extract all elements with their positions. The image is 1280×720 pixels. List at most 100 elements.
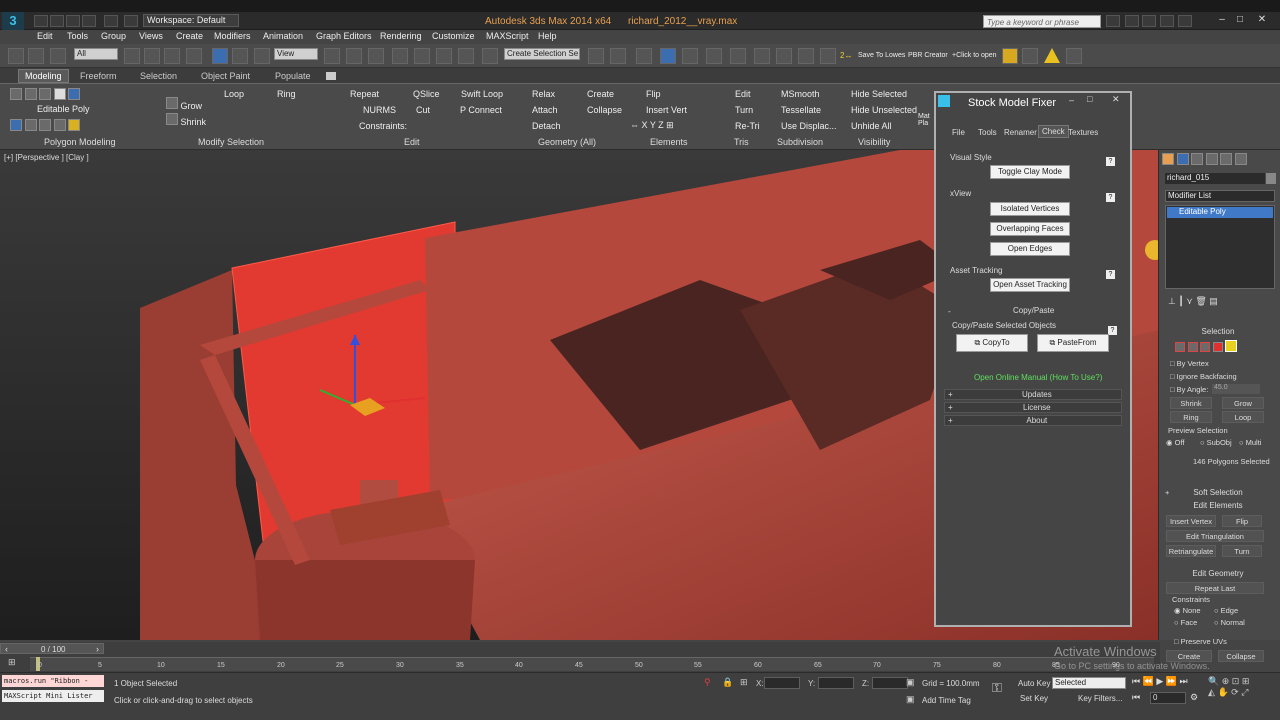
unhide-all-button[interactable]: Unhide All: [851, 121, 892, 131]
ignore-backfacing-checkbox[interactable]: □ Ignore Backfacing: [1170, 372, 1237, 381]
open-edges-button[interactable]: Open Edges: [990, 242, 1070, 256]
modify-panel-icon[interactable]: [1176, 153, 1189, 165]
constraint-face-radio[interactable]: ○ Face: [1174, 618, 1197, 627]
grow-button[interactable]: Grow: [166, 97, 202, 111]
preview-multi-radio[interactable]: ○ Multi: [1239, 438, 1261, 447]
hide-selected-button[interactable]: Hide Selected: [851, 89, 907, 99]
polygon-mode-icon[interactable]: [53, 88, 66, 100]
add-time-tag-button[interactable]: Add Time Tag: [922, 696, 971, 705]
save-to-lowes-button[interactable]: Save To Lowes: [858, 52, 905, 59]
edit-triangulation-button[interactable]: Edit Triangulation: [1166, 530, 1264, 542]
named-selection-dropdown[interactable]: Create Selection Se: [504, 48, 580, 60]
geometry-all-dropdown[interactable]: Geometry (All): [538, 137, 596, 147]
menu-modifiers[interactable]: Modifiers: [214, 31, 251, 41]
align-icon[interactable]: [610, 48, 626, 64]
edit-named-selection-icon[interactable]: [482, 48, 498, 64]
y-coordinate-field[interactable]: [818, 677, 854, 689]
tab-modeling[interactable]: Modeling: [18, 69, 69, 83]
select-manipulate-icon[interactable]: [346, 48, 362, 64]
undo-icon[interactable]: [82, 15, 96, 27]
hide-unselected-button[interactable]: Hide Unselected: [851, 105, 917, 115]
unlink-icon[interactable]: [28, 48, 44, 64]
isolate-selection-icon[interactable]: ⚲: [704, 677, 711, 688]
material-editor-icon[interactable]: [754, 48, 770, 64]
repeat-last-button[interactable]: Repeat Last: [1166, 582, 1264, 594]
key-icon[interactable]: ⚿: [992, 680, 1002, 696]
by-vertex-checkbox[interactable]: □ By Vertex: [1170, 359, 1209, 368]
mini-curve-editor-icon[interactable]: ⊞: [8, 657, 16, 668]
insert-vertex-button[interactable]: Insert Vertex: [1166, 515, 1216, 527]
menu-create[interactable]: Create: [176, 31, 203, 41]
insert-vert-button[interactable]: Insert Vert: [646, 105, 687, 115]
redo-icon[interactable]: [104, 15, 118, 27]
absolute-mode-icon[interactable]: ⊞: [740, 677, 748, 688]
maximize-viewport-icon[interactable]: ⤢: [1241, 687, 1248, 697]
time-slider-next-icon[interactable]: ›: [96, 644, 99, 654]
isolated-vertices-button[interactable]: Isolated Vertices: [990, 202, 1070, 216]
subscription-icon[interactable]: [1125, 15, 1139, 27]
tab-freeform[interactable]: Freeform: [80, 71, 117, 81]
curve-editor-icon[interactable]: [706, 48, 722, 64]
paste-from-button[interactable]: ⧉ PasteFrom: [1037, 334, 1109, 352]
modifier-stack-item[interactable]: Editable Poly: [1167, 207, 1273, 218]
polygon-subobject-icon[interactable]: [1212, 342, 1223, 352]
asset-tracking-help-button[interactable]: ?: [1106, 270, 1115, 279]
collapse-stack-icon[interactable]: [10, 119, 22, 131]
updates-rollout[interactable]: + Updates: [944, 389, 1122, 400]
re-tri-button[interactable]: Re-Tri: [735, 121, 760, 131]
tab-object-paint[interactable]: Object Paint: [201, 71, 250, 81]
warning-icon[interactable]: [1044, 48, 1060, 63]
favorites-icon[interactable]: [1160, 15, 1174, 27]
use-soft-selection-icon[interactable]: [68, 119, 81, 131]
time-configuration-icon[interactable]: ⚙: [1190, 692, 1198, 703]
schematic-view-icon[interactable]: [730, 48, 746, 64]
flip-button[interactable]: Flip: [646, 89, 661, 99]
vertex-subobject-icon[interactable]: [1175, 342, 1185, 352]
qslice-button[interactable]: QSlice: [413, 89, 440, 99]
search-input[interactable]: Type a keyword or phrase: [983, 15, 1101, 28]
help-icon[interactable]: [1178, 15, 1192, 27]
layer-explorer-icon[interactable]: [660, 48, 676, 64]
toggle-clay-mode-button[interactable]: Toggle Clay Mode: [990, 165, 1070, 179]
shrink-selection-button[interactable]: Shrink: [1170, 397, 1212, 409]
tab-populate[interactable]: Populate: [275, 71, 311, 81]
online-manual-link[interactable]: Open Online Manual (How To Use?): [974, 373, 1102, 382]
lowes-icon[interactable]: 2↔: [840, 51, 852, 60]
collapse-button[interactable]: Collapse: [587, 105, 622, 115]
minimize-button[interactable]: –: [1214, 13, 1230, 27]
zoom-all-icon[interactable]: ⊕: [1222, 676, 1230, 686]
next-frame-icon[interactable]: ⏩: [1166, 676, 1177, 686]
key-mode-toggle-icon[interactable]: ⏮: [1132, 692, 1140, 703]
preview-off-radio[interactable]: ◉ Off: [1166, 438, 1185, 447]
menu-graph-editors[interactable]: Graph Editors: [316, 31, 372, 41]
rectangular-selection-icon[interactable]: [164, 48, 180, 64]
repeat-icon[interactable]: [53, 119, 66, 131]
vertex-mode-icon[interactable]: [10, 88, 22, 100]
play-icon[interactable]: ▶: [1156, 676, 1163, 686]
element-mode-icon[interactable]: [68, 88, 81, 100]
object-color-swatch[interactable]: [1266, 173, 1276, 184]
utilities-panel-icon[interactable]: [1234, 153, 1247, 165]
smf-minimize-button[interactable]: –: [1069, 95, 1074, 105]
display-panel-icon[interactable]: [1220, 153, 1233, 165]
maximize-button[interactable]: □: [1232, 13, 1248, 27]
copy-to-button[interactable]: ⧉ CopyTo: [956, 334, 1028, 352]
tessellate-button[interactable]: Tessellate: [781, 105, 821, 115]
grow-selection-button[interactable]: Grow: [1222, 397, 1264, 409]
turn-edge-button[interactable]: Turn: [1222, 545, 1262, 557]
grid-icon[interactable]: [1022, 48, 1038, 64]
about-rollout[interactable]: + About: [944, 415, 1122, 426]
close-button[interactable]: ✕: [1254, 13, 1270, 27]
cut-button[interactable]: Cut: [416, 105, 430, 115]
smf-maximize-button[interactable]: □: [1087, 94, 1092, 104]
menu-views[interactable]: Views: [139, 31, 163, 41]
collapse-geometry-button[interactable]: Collapse: [1218, 650, 1264, 662]
constraint-none-radio[interactable]: ◉ None: [1174, 606, 1201, 615]
keyboard-shortcut-icon[interactable]: [368, 48, 384, 64]
snaps-toggle-icon[interactable]: [392, 48, 408, 64]
go-to-start-icon[interactable]: ⏮: [1132, 676, 1140, 686]
use-displacement-button[interactable]: Use Displac...: [781, 121, 837, 131]
object-name-field[interactable]: richard_015: [1165, 173, 1265, 184]
detach-button[interactable]: Detach: [532, 121, 561, 131]
scale-icon[interactable]: [254, 48, 270, 64]
